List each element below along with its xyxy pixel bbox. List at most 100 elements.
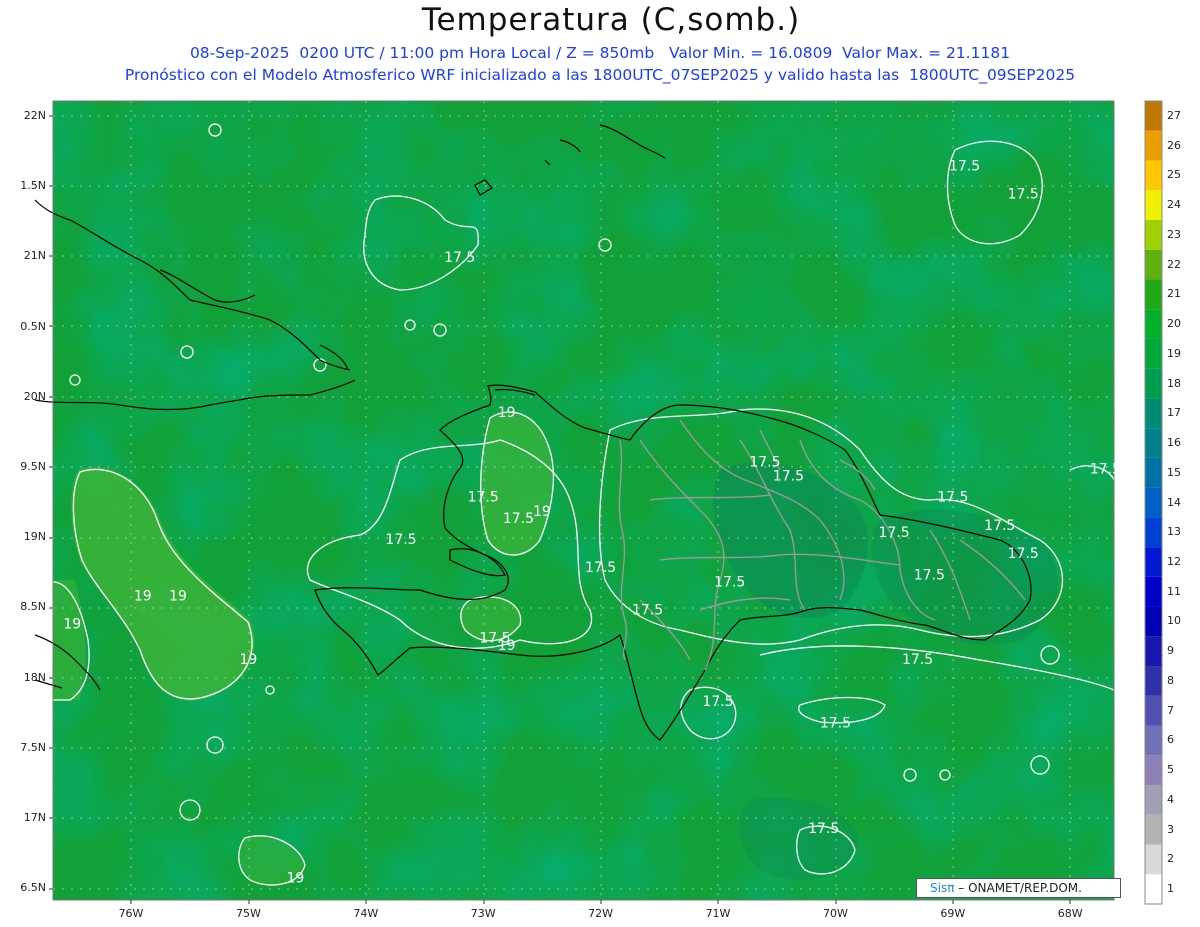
- colorbar-label: 26: [1167, 138, 1181, 152]
- contour-label: 17.5: [632, 603, 663, 619]
- longitude-label: 74W: [353, 907, 379, 920]
- colorbar-swatch: [1145, 874, 1162, 904]
- colorbar-label: 24: [1167, 198, 1181, 212]
- colorbar-swatch: [1145, 636, 1162, 667]
- colorbar-swatch: [1145, 666, 1162, 696]
- colorbar-label: 27: [1167, 108, 1181, 122]
- colorbar-swatch: [1145, 398, 1162, 429]
- colorbar-label: 4: [1167, 792, 1174, 806]
- colorbar-label: 7: [1167, 703, 1174, 717]
- contour-label: 17.5: [702, 694, 733, 710]
- contour-label: 17.5: [879, 525, 910, 541]
- latitude-label: 22N: [23, 109, 46, 122]
- contour-label: 17.5: [714, 574, 745, 590]
- contour-label: 17.5: [937, 490, 968, 506]
- contour-label: 17.5: [468, 490, 499, 506]
- contour-label: 17.5: [385, 532, 416, 548]
- latitude-label: 19N: [23, 530, 46, 544]
- longitude-label: 76W: [118, 907, 144, 920]
- colorbar-label: 12: [1167, 554, 1181, 568]
- colorbar-swatch: [1145, 606, 1162, 637]
- contour-label: 17.5: [820, 715, 851, 731]
- longitude-label: 70W: [822, 907, 848, 920]
- credit-box: Sisπ – ONAMET/REP.DOM.: [916, 878, 1121, 898]
- contour-label: 19: [533, 504, 551, 520]
- colorbar-label: 3: [1167, 822, 1174, 836]
- contour-label: 17.5: [914, 567, 945, 583]
- latitude-label: 1.5N: [20, 179, 46, 193]
- colorbar-label: 6: [1167, 733, 1174, 747]
- colorbar-label: 18: [1167, 376, 1181, 390]
- latitude-label: 8.5N: [20, 600, 46, 614]
- contour-label: 17.5: [808, 821, 839, 837]
- colorbar: [1144, 100, 1163, 905]
- longitude-label: 75W: [235, 907, 261, 920]
- colorbar-label: 1: [1167, 882, 1174, 896]
- colorbar-label: 15: [1167, 465, 1181, 479]
- colorbar-swatch: [1145, 487, 1162, 518]
- latitude-label: 7.5N: [20, 740, 46, 754]
- contour-label: 17.5: [1008, 546, 1039, 562]
- colorbar-label: 14: [1167, 495, 1181, 509]
- contour-label: 17.5: [1008, 187, 1039, 203]
- contour-label: 17.5: [773, 469, 804, 485]
- colorbar-label: 9: [1167, 644, 1174, 658]
- contour-label: 17.5: [1090, 462, 1121, 478]
- latitude-label: 17N: [23, 811, 46, 824]
- credit-brand: Sisπ: [930, 881, 955, 895]
- colorbar-label: 21: [1167, 287, 1181, 301]
- contour-label: 19: [498, 405, 516, 421]
- colorbar-label: 25: [1167, 168, 1181, 182]
- contour-label: 19: [134, 588, 152, 604]
- colorbar-label: 2: [1167, 852, 1174, 866]
- colorbar-label: 8: [1167, 673, 1174, 687]
- colorbar-swatch: [1145, 695, 1162, 726]
- colorbar-swatch: [1145, 219, 1162, 250]
- colorbar-swatch: [1145, 428, 1162, 458]
- colorbar-swatch: [1145, 130, 1162, 161]
- contour-label: 17.5: [949, 158, 980, 174]
- colorbar-swatch: [1145, 160, 1162, 191]
- colorbar-swatch: [1145, 576, 1162, 607]
- colorbar-swatch: [1145, 785, 1162, 815]
- colorbar-label: 22: [1167, 257, 1181, 271]
- colorbar-label: 11: [1167, 584, 1181, 598]
- longitude-label: 68W: [1057, 907, 1083, 920]
- colorbar-label: 10: [1167, 614, 1181, 628]
- colorbar-label: 16: [1167, 436, 1181, 450]
- contour-label: 17.5: [585, 560, 616, 576]
- contour-label: 19: [169, 588, 187, 604]
- colorbar-swatch: [1145, 725, 1162, 756]
- contour-label: 19: [286, 870, 304, 886]
- latitude-label: 18N: [23, 670, 46, 684]
- latitude-label: 21N: [23, 249, 46, 263]
- colorbar-swatch: [1145, 814, 1162, 845]
- colorbar-swatch: [1145, 190, 1162, 220]
- longitude-label: 73W: [470, 907, 496, 920]
- longitude-label: 71W: [705, 907, 731, 920]
- longitude-label: 69W: [940, 907, 966, 920]
- colorbar-label: 5: [1167, 763, 1174, 777]
- colorbar-swatch: [1145, 844, 1162, 875]
- latitude-label: 6.5N: [20, 881, 46, 895]
- longitude-label: 72W: [588, 907, 614, 920]
- colorbar-label: 23: [1167, 227, 1181, 241]
- colorbar-swatch: [1145, 249, 1162, 280]
- colorbar-label: 20: [1167, 317, 1181, 331]
- credit-text: – ONAMET/REP.DOM.: [954, 881, 1082, 895]
- latitude-label: 0.5N: [20, 319, 46, 333]
- colorbar-swatch: [1145, 517, 1162, 548]
- colorbar-swatch: [1145, 755, 1162, 786]
- temperature-map: 17.517.517.517.517.517.517.517.517.517.5…: [34, 100, 1163, 905]
- latitude-label: 20N: [23, 389, 46, 403]
- colorbar-swatch: [1145, 279, 1162, 310]
- contour-label: 17.5: [984, 518, 1015, 534]
- latitude-label: 9.5N: [20, 460, 46, 473]
- colorbar-label: 19: [1167, 346, 1181, 360]
- contour-label: 19: [239, 652, 257, 668]
- colorbar-swatch: [1145, 547, 1162, 577]
- colorbar-swatch: [1145, 309, 1162, 339]
- contour-label: 19: [63, 617, 81, 633]
- contour-label: 17.5: [503, 511, 534, 527]
- colorbar-swatch: [1145, 338, 1162, 369]
